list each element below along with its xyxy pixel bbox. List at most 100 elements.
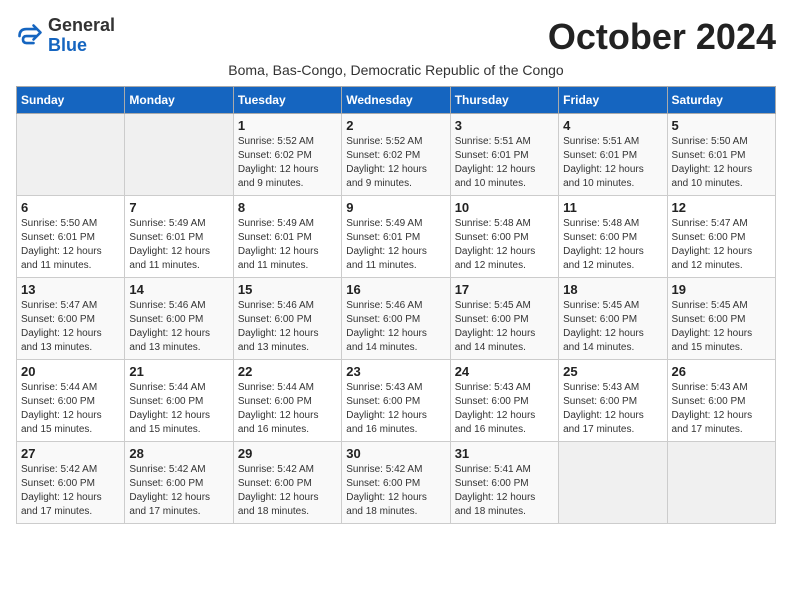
calendar-cell: 3 Sunrise: 5:51 AM Sunset: 6:01 PM Daylig… [450, 114, 558, 196]
day-number: 13 [21, 282, 120, 297]
calendar-cell [667, 442, 775, 524]
header-day: Sunday [17, 87, 125, 114]
calendar-cell: 25 Sunrise: 5:43 AM Sunset: 6:00 PM Dayli… [559, 360, 667, 442]
calendar-cell: 24 Sunrise: 5:43 AM Sunset: 6:00 PM Dayli… [450, 360, 558, 442]
calendar-cell: 21 Sunrise: 5:44 AM Sunset: 6:00 PM Dayli… [125, 360, 233, 442]
day-info: Sunrise: 5:43 AM Sunset: 6:00 PM Dayligh… [455, 381, 554, 437]
day-info: Sunrise: 5:49 AM Sunset: 6:01 PM Dayligh… [238, 217, 337, 273]
day-info: Sunrise: 5:51 AM Sunset: 6:01 PM Dayligh… [455, 135, 554, 191]
day-number: 10 [455, 200, 554, 215]
month-title: October 2024 [548, 16, 776, 58]
logo-general: General [48, 15, 115, 35]
day-info: Sunrise: 5:42 AM Sunset: 6:00 PM Dayligh… [129, 463, 228, 519]
day-number: 12 [672, 200, 771, 215]
day-number: 14 [129, 282, 228, 297]
calendar-cell: 13 Sunrise: 5:47 AM Sunset: 6:00 PM Dayli… [17, 278, 125, 360]
day-info: Sunrise: 5:42 AM Sunset: 6:00 PM Dayligh… [238, 463, 337, 519]
calendar-cell: 8 Sunrise: 5:49 AM Sunset: 6:01 PM Daylig… [233, 196, 341, 278]
day-number: 16 [346, 282, 445, 297]
header-row: SundayMondayTuesdayWednesdayThursdayFrid… [17, 87, 776, 114]
calendar-cell: 10 Sunrise: 5:48 AM Sunset: 6:00 PM Dayli… [450, 196, 558, 278]
calendar-week-row: 27 Sunrise: 5:42 AM Sunset: 6:00 PM Dayli… [17, 442, 776, 524]
day-info: Sunrise: 5:50 AM Sunset: 6:01 PM Dayligh… [21, 217, 120, 273]
calendar-cell: 4 Sunrise: 5:51 AM Sunset: 6:01 PM Daylig… [559, 114, 667, 196]
calendar-cell: 29 Sunrise: 5:42 AM Sunset: 6:00 PM Dayli… [233, 442, 341, 524]
day-info: Sunrise: 5:43 AM Sunset: 6:00 PM Dayligh… [672, 381, 771, 437]
calendar-week-row: 6Sunrise: 5:50 AM Sunset: 6:01 PM Daylig… [17, 196, 776, 278]
day-number: 31 [455, 446, 554, 461]
day-info: Sunrise: 5:52 AM Sunset: 6:02 PM Dayligh… [238, 135, 337, 191]
header-day: Tuesday [233, 87, 341, 114]
calendar-cell [125, 114, 233, 196]
logo: General Blue [16, 16, 115, 56]
day-number: 18 [563, 282, 662, 297]
day-info: Sunrise: 5:47 AM Sunset: 6:00 PM Dayligh… [21, 299, 120, 355]
logo-text: General Blue [48, 16, 115, 56]
calendar-cell: 14 Sunrise: 5:46 AM Sunset: 6:00 PM Dayli… [125, 278, 233, 360]
calendar-cell: 18 Sunrise: 5:45 AM Sunset: 6:00 PM Dayli… [559, 278, 667, 360]
day-number: 21 [129, 364, 228, 379]
day-info: Sunrise: 5:49 AM Sunset: 6:01 PM Dayligh… [129, 217, 228, 273]
day-number: 20 [21, 364, 120, 379]
day-number: 22 [238, 364, 337, 379]
day-info: Sunrise: 5:51 AM Sunset: 6:01 PM Dayligh… [563, 135, 662, 191]
calendar-cell: 16Sunrise: 5:46 AM Sunset: 6:00 PM Dayli… [342, 278, 450, 360]
day-number: 30 [346, 446, 445, 461]
calendar-cell: 6Sunrise: 5:50 AM Sunset: 6:01 PM Daylig… [17, 196, 125, 278]
calendar-cell: 19Sunrise: 5:45 AM Sunset: 6:00 PM Dayli… [667, 278, 775, 360]
day-number: 7 [129, 200, 228, 215]
day-info: Sunrise: 5:44 AM Sunset: 6:00 PM Dayligh… [238, 381, 337, 437]
day-number: 27 [21, 446, 120, 461]
day-info: Sunrise: 5:45 AM Sunset: 6:00 PM Dayligh… [455, 299, 554, 355]
day-info: Sunrise: 5:52 AM Sunset: 6:02 PM Dayligh… [346, 135, 445, 191]
calendar-cell: 1 Sunrise: 5:52 AM Sunset: 6:02 PM Daylig… [233, 114, 341, 196]
calendar-cell: 31 Sunrise: 5:41 AM Sunset: 6:00 PM Dayli… [450, 442, 558, 524]
day-number: 28 [129, 446, 228, 461]
day-number: 19 [672, 282, 771, 297]
day-info: Sunrise: 5:45 AM Sunset: 6:00 PM Dayligh… [563, 299, 662, 355]
day-number: 5 [672, 118, 771, 133]
day-number: 2 [346, 118, 445, 133]
calendar-cell [559, 442, 667, 524]
calendar-cell: 30 Sunrise: 5:42 AM Sunset: 6:00 PM Dayli… [342, 442, 450, 524]
calendar-cell: 11Sunrise: 5:48 AM Sunset: 6:00 PM Dayli… [559, 196, 667, 278]
day-number: 8 [238, 200, 337, 215]
day-number: 15 [238, 282, 337, 297]
day-info: Sunrise: 5:47 AM Sunset: 6:00 PM Dayligh… [672, 217, 771, 273]
day-number: 1 [238, 118, 337, 133]
day-number: 25 [563, 364, 662, 379]
calendar-cell: 20Sunrise: 5:44 AM Sunset: 6:00 PM Dayli… [17, 360, 125, 442]
day-info: Sunrise: 5:42 AM Sunset: 6:00 PM Dayligh… [21, 463, 120, 519]
day-number: 29 [238, 446, 337, 461]
calendar-cell [17, 114, 125, 196]
day-number: 9 [346, 200, 445, 215]
header-day: Thursday [450, 87, 558, 114]
header-day: Monday [125, 87, 233, 114]
day-info: Sunrise: 5:48 AM Sunset: 6:00 PM Dayligh… [455, 217, 554, 273]
header-day: Wednesday [342, 87, 450, 114]
day-number: 11 [563, 200, 662, 215]
page-header: General Blue October 2024 [16, 16, 776, 58]
day-number: 24 [455, 364, 554, 379]
day-info: Sunrise: 5:46 AM Sunset: 6:00 PM Dayligh… [129, 299, 228, 355]
day-info: Sunrise: 5:43 AM Sunset: 6:00 PM Dayligh… [346, 381, 445, 437]
day-info: Sunrise: 5:50 AM Sunset: 6:01 PM Dayligh… [672, 135, 771, 191]
day-info: Sunrise: 5:42 AM Sunset: 6:00 PM Dayligh… [346, 463, 445, 519]
day-info: Sunrise: 5:46 AM Sunset: 6:00 PM Dayligh… [238, 299, 337, 355]
calendar-cell: 26 Sunrise: 5:43 AM Sunset: 6:00 PM Dayli… [667, 360, 775, 442]
calendar-cell: 28 Sunrise: 5:42 AM Sunset: 6:00 PM Dayli… [125, 442, 233, 524]
subtitle: Boma, Bas-Congo, Democratic Republic of … [16, 62, 776, 78]
day-info: Sunrise: 5:49 AM Sunset: 6:01 PM Dayligh… [346, 217, 445, 273]
calendar-cell: 2 Sunrise: 5:52 AM Sunset: 6:02 PM Daylig… [342, 114, 450, 196]
day-info: Sunrise: 5:44 AM Sunset: 6:00 PM Dayligh… [129, 381, 228, 437]
day-info: Sunrise: 5:43 AM Sunset: 6:00 PM Dayligh… [563, 381, 662, 437]
calendar-cell: 12 Sunrise: 5:47 AM Sunset: 6:00 PM Dayli… [667, 196, 775, 278]
day-number: 26 [672, 364, 771, 379]
calendar-week-row: 13 Sunrise: 5:47 AM Sunset: 6:00 PM Dayli… [17, 278, 776, 360]
day-info: Sunrise: 5:41 AM Sunset: 6:00 PM Dayligh… [455, 463, 554, 519]
calendar-cell: 23Sunrise: 5:43 AM Sunset: 6:00 PM Dayli… [342, 360, 450, 442]
calendar-cell: 9 Sunrise: 5:49 AM Sunset: 6:01 PM Daylig… [342, 196, 450, 278]
day-number: 4 [563, 118, 662, 133]
calendar-table: SundayMondayTuesdayWednesdayThursdayFrid… [16, 86, 776, 524]
day-number: 3 [455, 118, 554, 133]
